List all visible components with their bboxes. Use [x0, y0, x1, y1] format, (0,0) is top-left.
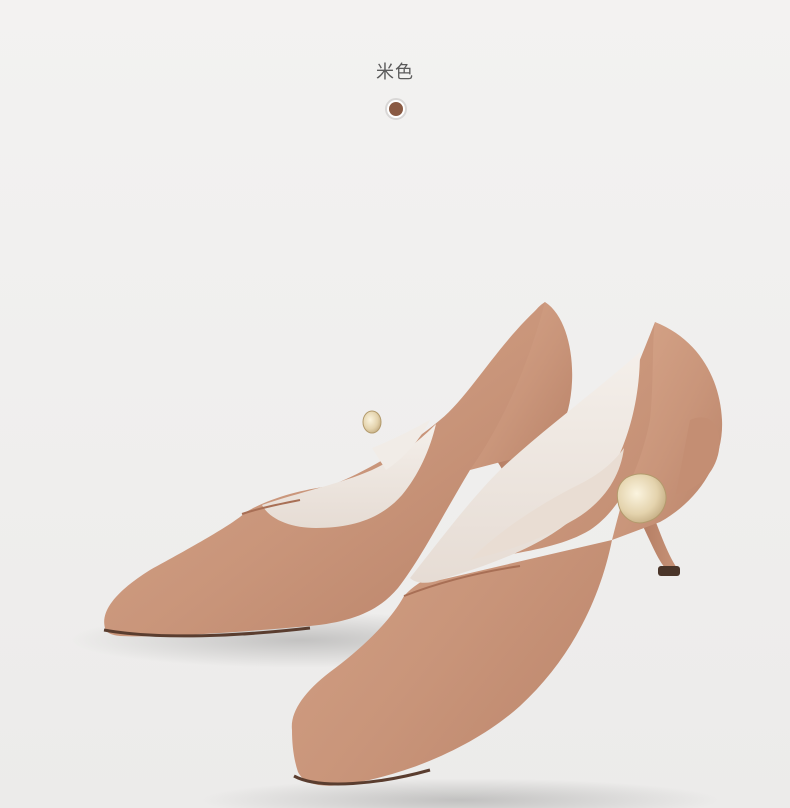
front-shoe-gold-ornament: [616, 473, 667, 524]
front-shoe-shadow: [200, 778, 720, 808]
front-shoe-heel-tip: [658, 566, 680, 576]
back-shoe-gold-ornament: [362, 410, 382, 434]
product-photo-pumps: [70, 302, 723, 808]
product-detail-page: 米色: [0, 0, 790, 808]
